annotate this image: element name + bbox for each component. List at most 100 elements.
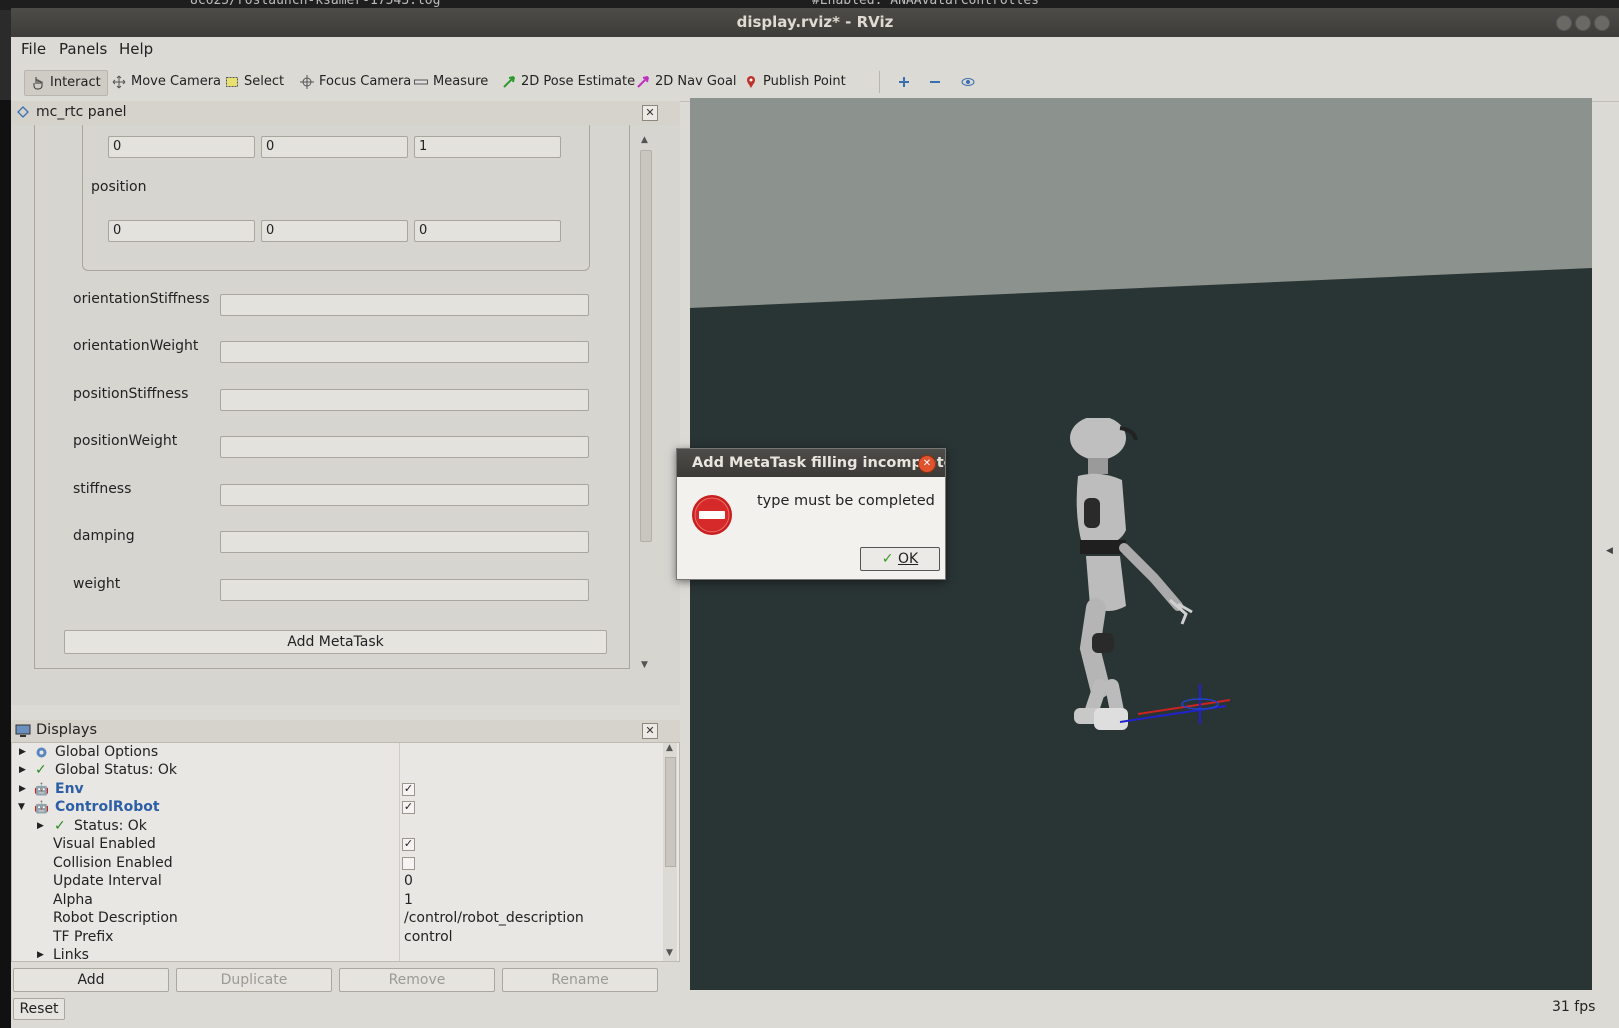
move-camera-tool[interactable]: Move Camera	[106, 70, 227, 94]
orientation-stiffness-input[interactable]	[220, 294, 589, 316]
field-label-stiffness: stiffness	[73, 481, 132, 497]
title-bar: display.rviz* - RViz	[11, 8, 1619, 37]
stiffness-input[interactable]	[220, 484, 589, 506]
field-label-orientation-weight: orientationWeight	[73, 338, 199, 354]
focus-camera-tool[interactable]: Focus Camera	[294, 70, 417, 94]
tree-row-update-interval[interactable]: Update Interval 0	[12, 872, 662, 891]
orientation-field-3[interactable]: 1	[414, 136, 561, 158]
add-metatask-button[interactable]: Add MetaTask	[64, 630, 607, 654]
panel-scroll-thumb[interactable]	[640, 150, 652, 542]
tree-row-global-options[interactable]: ▶ Global Options	[12, 743, 662, 762]
env-checkbox[interactable]: ✓	[402, 783, 415, 796]
magenta-arrow-icon	[637, 76, 649, 88]
tree-row-links[interactable]: ▶ Links	[12, 946, 662, 960]
add-display-button[interactable]: Add	[13, 968, 169, 992]
orientation-field-1[interactable]: 0	[108, 136, 255, 158]
close-window-button[interactable]	[1594, 15, 1610, 31]
nav-goal-tool[interactable]: 2D Nav Goal	[630, 70, 743, 94]
tree-label: Robot Description	[53, 910, 178, 926]
tree-row-tf-prefix[interactable]: TF Prefix control	[12, 928, 662, 947]
error-stop-icon	[692, 495, 732, 535]
position-stiffness-input[interactable]	[220, 389, 589, 411]
collision-enabled-checkbox[interactable]	[402, 857, 415, 870]
tree-value[interactable]: 1	[404, 891, 413, 910]
tree-row-visual-enabled[interactable]: Visual Enabled ✓	[12, 835, 662, 854]
expand-arrow-icon[interactable]: ▶	[19, 780, 26, 799]
move-camera-icon	[112, 75, 126, 89]
scroll-up-icon[interactable]: ▲	[666, 743, 673, 753]
dialog-message: type must be completed	[757, 493, 935, 509]
toolbar: Interact Move Camera Select Focus Camera…	[11, 61, 1619, 102]
dialog-close-icon[interactable]: ✕	[918, 455, 936, 473]
displays-scrollbar[interactable]: ▲ ▼	[663, 743, 677, 961]
measure-tool[interactable]: Measure	[408, 70, 494, 94]
panel-title: mc_rtc panel	[36, 104, 127, 120]
tree-label: ControlRobot	[55, 799, 160, 815]
duplicate-display-button[interactable]: Duplicate	[176, 968, 332, 992]
tree-label: Links	[53, 947, 89, 960]
position-field-x[interactable]: 0	[108, 220, 255, 242]
panel-scrollbar[interactable]: ▲ ▼	[638, 135, 652, 670]
position-weight-input[interactable]	[220, 436, 589, 458]
ok-button[interactable]: ✓ OK	[860, 547, 940, 571]
position-field-z[interactable]: 0	[414, 220, 561, 242]
tree-row-env[interactable]: ▶ 🤖 Env ✓	[12, 780, 662, 799]
minus-icon	[930, 81, 940, 83]
interact-tool[interactable]: Interact	[24, 70, 108, 96]
orientation-field-2[interactable]: 0	[261, 136, 408, 158]
visual-enabled-checkbox[interactable]: ✓	[402, 838, 415, 851]
maximize-button[interactable]	[1575, 15, 1591, 31]
orientation-weight-input[interactable]	[220, 341, 589, 363]
tree-value[interactable]: 0	[404, 872, 413, 891]
collapse-left-icon[interactable]: ◀	[1606, 546, 1613, 556]
tree-label: Visual Enabled	[53, 836, 156, 852]
ok-label: OK	[897, 551, 919, 567]
displays-close-icon[interactable]: ✕	[642, 723, 658, 739]
scroll-up-icon[interactable]: ▲	[641, 135, 648, 145]
control-robot-checkbox[interactable]: ✓	[402, 801, 415, 814]
pose-estimate-tool[interactable]: 2D Pose Estimate	[496, 70, 641, 94]
expand-arrow-icon[interactable]: ▶	[19, 761, 26, 780]
add-tool-button[interactable]	[891, 70, 917, 94]
rename-display-button[interactable]: Rename	[502, 968, 658, 992]
expand-arrow-icon[interactable]: ▶	[19, 743, 26, 762]
remove-display-button[interactable]: Remove	[339, 968, 495, 992]
panel-close-icon[interactable]: ✕	[642, 105, 658, 121]
tree-row-alpha[interactable]: Alpha 1	[12, 891, 662, 910]
scroll-down-icon[interactable]: ▼	[666, 948, 673, 958]
expand-arrow-icon[interactable]: ▶	[37, 946, 44, 960]
right-dock-handle[interactable]: ◀	[1603, 106, 1619, 998]
tree-row-collision-enabled[interactable]: Collision Enabled	[12, 854, 662, 873]
menu-file[interactable]: File	[21, 40, 46, 58]
select-tool[interactable]: Select	[219, 70, 290, 94]
damping-input[interactable]	[220, 531, 589, 553]
collapse-arrow-icon[interactable]: ▼	[18, 798, 25, 817]
scroll-down-icon[interactable]: ▼	[641, 660, 648, 670]
remove-tool-button[interactable]	[922, 70, 948, 94]
weight-input[interactable]	[220, 579, 589, 601]
select-label: Select	[244, 74, 285, 89]
tree-row-control-robot[interactable]: ▼ 🤖 ControlRobot ✓	[12, 798, 662, 817]
tree-value[interactable]: /control/robot_description	[404, 909, 584, 928]
publish-point-label: Publish Point	[763, 74, 846, 89]
menu-panels[interactable]: Panels	[59, 40, 107, 58]
tree-row-status[interactable]: ▶ ✓ Status: Ok	[12, 817, 662, 836]
reset-button[interactable]: Reset	[13, 998, 65, 1020]
tree-row-robot-description[interactable]: Robot Description /control/robot_descrip…	[12, 909, 662, 928]
expand-arrow-icon[interactable]: ▶	[37, 817, 44, 836]
field-label-damping: damping	[73, 528, 135, 544]
position-field-y[interactable]: 0	[261, 220, 408, 242]
minimize-button[interactable]	[1556, 15, 1572, 31]
gear-icon	[36, 747, 47, 758]
menu-help[interactable]: Help	[119, 40, 153, 58]
publish-point-tool[interactable]: Publish Point	[738, 70, 852, 94]
panel-diamond-icon	[17, 106, 29, 118]
view-tool-button[interactable]	[955, 70, 981, 94]
interact-label: Interact	[50, 75, 101, 90]
tree-value[interactable]: control	[404, 928, 453, 947]
nav-goal-label: 2D Nav Goal	[655, 74, 737, 89]
tree-row-global-status[interactable]: ▶ ✓ Global Status: Ok	[12, 761, 662, 780]
displays-scroll-thumb[interactable]	[665, 757, 676, 867]
displays-tree: ▶ Global Options ▶ ✓ Global Status: Ok ▶…	[11, 742, 680, 962]
mc-rtc-panel-body: 0 0 1 position 0 0 0 orientationStiffnes…	[11, 125, 680, 705]
